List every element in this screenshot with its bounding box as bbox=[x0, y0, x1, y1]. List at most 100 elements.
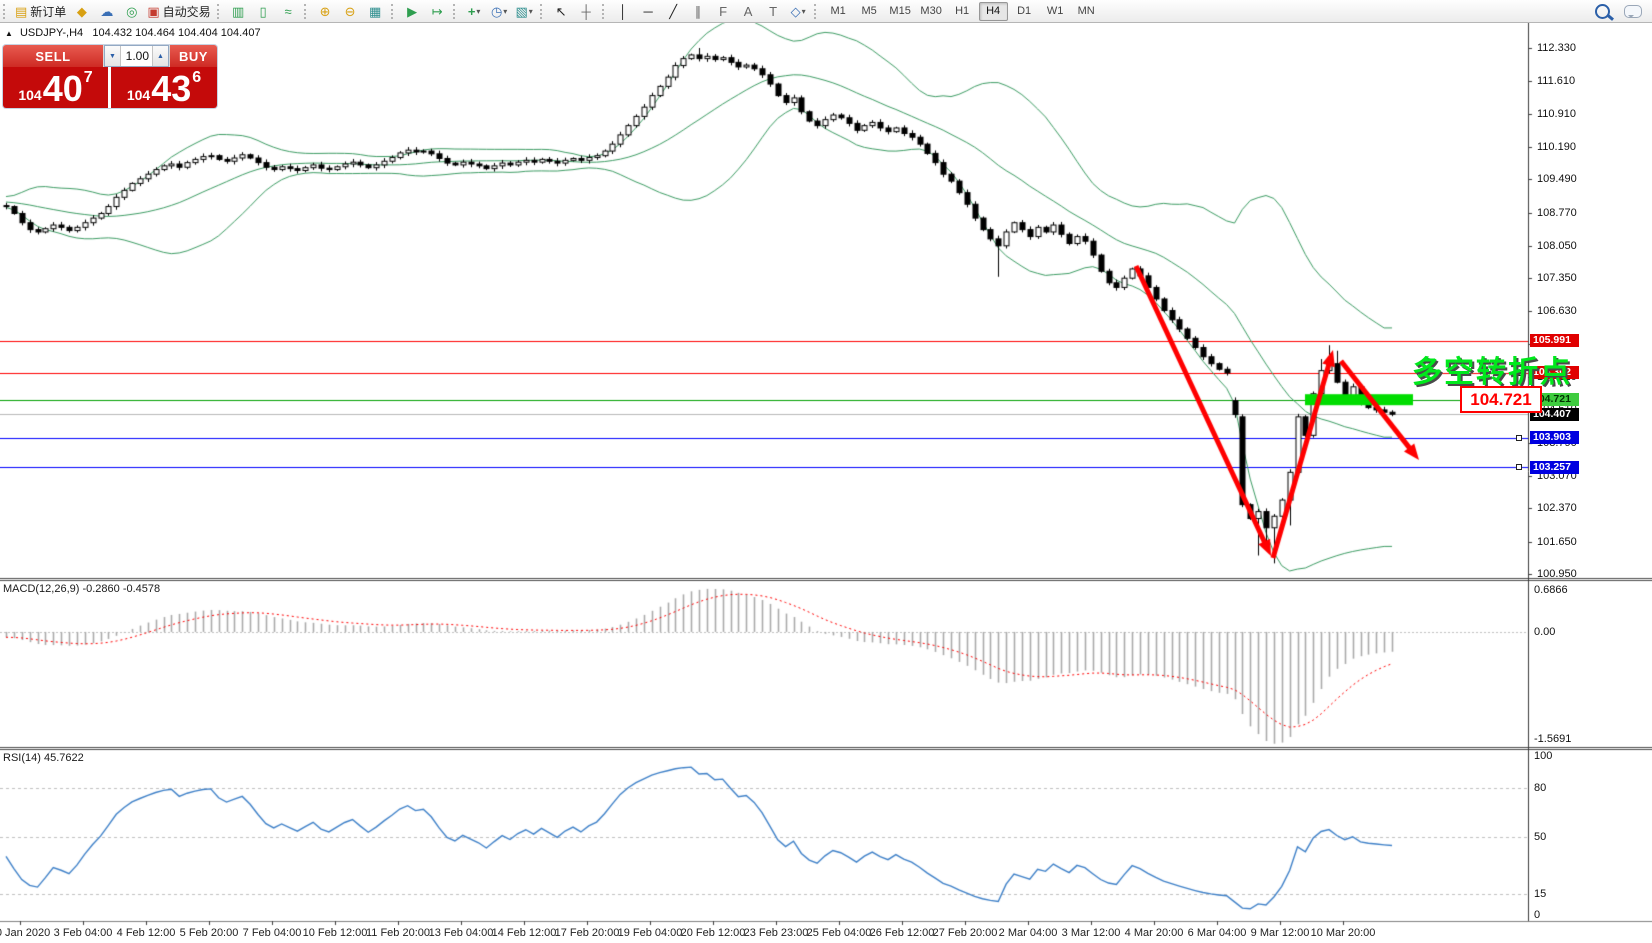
bar-chart-icon[interactable]: ▥ bbox=[226, 1, 251, 22]
toolbar-grip bbox=[540, 4, 545, 19]
time-axis-label: 14 Feb 12:00 bbox=[492, 927, 557, 939]
timeframe-button-M15[interactable]: M15 bbox=[886, 2, 915, 21]
time-axis-label: 9 Mar 12:00 bbox=[1251, 927, 1310, 939]
sell-button[interactable]: SELL bbox=[3, 45, 103, 67]
templates-icon: ▧ bbox=[515, 5, 527, 18]
price-axis-tick: 111.610 bbox=[1537, 75, 1575, 87]
timeframe-button-M30[interactable]: M30 bbox=[917, 2, 946, 21]
toolbar-grip bbox=[602, 4, 607, 19]
price-axis-tick: 109.490 bbox=[1537, 173, 1577, 185]
timeframe-group: M1M5M15M30H1H4D1W1MN bbox=[823, 2, 1102, 21]
text-icon[interactable]: A bbox=[736, 1, 761, 22]
price-axis-tick: 107.350 bbox=[1537, 272, 1577, 284]
zoom-in-icon[interactable]: ⊕ bbox=[313, 1, 338, 22]
time-axis-label: 23 Feb 23:00 bbox=[744, 927, 809, 939]
timeframe-button-M1[interactable]: M1 bbox=[824, 2, 853, 21]
turning-point-annotation[interactable]: 多空转折点 bbox=[1412, 347, 1572, 391]
shapes-icon: ◇ bbox=[791, 5, 801, 18]
signals-icon[interactable]: ◎ bbox=[119, 1, 144, 22]
rsi-axis-tick: 15 bbox=[1534, 888, 1546, 900]
timeframe-button-MN[interactable]: MN bbox=[1072, 2, 1101, 21]
time-axis-label: 4 Mar 20:00 bbox=[1125, 927, 1184, 939]
macd-label: MACD(12,26,9) -0.2860 -0.4578 bbox=[3, 583, 160, 595]
toolbar-grip bbox=[453, 4, 458, 19]
time-axis-label: 3 Feb 04:00 bbox=[54, 927, 113, 939]
timeframe-button-H4[interactable]: H4 bbox=[979, 2, 1008, 21]
timeframe-button-H1[interactable]: H1 bbox=[948, 2, 977, 21]
toolbar: ▤ 新订单 ◆ ☁ ◎ ▣ 自动交易 ▥ ▯ ≈ ⊕ ⊖ ▦ ▶ ↦ + ▾ ◷… bbox=[0, 0, 1652, 23]
toolbar-grip bbox=[304, 4, 309, 19]
indicators-icon: + bbox=[468, 5, 476, 18]
time-axis-label: 3 Mar 12:00 bbox=[1062, 927, 1121, 939]
sell-price-prefix: 104 bbox=[18, 87, 41, 103]
price-line-badge: 103.903 bbox=[1530, 431, 1579, 444]
price-axis-tick: 110.190 bbox=[1537, 141, 1576, 153]
volume-up-stepper[interactable]: ▲ bbox=[152, 46, 168, 66]
buy-price-prefix: 104 bbox=[127, 87, 150, 103]
new-order-icon: ▤ bbox=[15, 5, 27, 18]
fibonacci-icon[interactable]: F bbox=[711, 1, 736, 22]
price-axis-tick: 108.050 bbox=[1537, 240, 1577, 252]
crosshair-icon[interactable]: ┼ bbox=[574, 1, 599, 22]
line-handle[interactable] bbox=[1516, 464, 1522, 470]
symbol-info: ▲ USDJPY-,H4 104.432 104.464 104.404 104… bbox=[5, 27, 261, 39]
horizontal-line-icon[interactable]: ─ bbox=[636, 1, 661, 22]
toolbar-grip bbox=[814, 4, 819, 19]
channel-icon[interactable]: ∥ bbox=[686, 1, 711, 22]
line-handle[interactable] bbox=[1516, 435, 1522, 441]
vertical-line-icon[interactable]: │ bbox=[611, 1, 636, 22]
timeframe-button-D1[interactable]: D1 bbox=[1010, 2, 1039, 21]
price-annotation-label[interactable]: 104.721 bbox=[1460, 386, 1542, 413]
chart-shift-icon[interactable]: ↦ bbox=[425, 1, 450, 22]
line-chart-icon[interactable]: ≈ bbox=[276, 1, 301, 22]
autotrade-label: 自动交易 bbox=[163, 3, 211, 20]
trade-panel-header: SELL ▼ 1.00 ▲ BUY bbox=[3, 45, 217, 67]
profiles-icon[interactable]: ☁ bbox=[94, 1, 119, 22]
periods-button[interactable]: ◷ ▾ bbox=[487, 1, 512, 22]
symbol-ohlc: 104.432 104.464 104.404 104.407 bbox=[92, 27, 260, 39]
price-axis-tick: 101.650 bbox=[1537, 536, 1577, 548]
sell-price[interactable]: 104 40 7 bbox=[3, 67, 108, 108]
toolbar-grip bbox=[3, 4, 8, 19]
chat-icon[interactable] bbox=[1624, 5, 1642, 18]
sell-price-sup: 7 bbox=[84, 69, 93, 87]
text-label-icon[interactable]: T bbox=[761, 1, 786, 22]
cursor-icon[interactable]: ↖ bbox=[549, 1, 574, 22]
terminal-window: ▤ 新订单 ◆ ☁ ◎ ▣ 自动交易 ▥ ▯ ≈ ⊕ ⊖ ▦ ▶ ↦ + ▾ ◷… bbox=[0, 0, 1652, 943]
templates-button[interactable]: ▧ ▾ bbox=[512, 1, 537, 22]
time-axis-label: 20 Feb 12:00 bbox=[681, 927, 746, 939]
volume-input[interactable]: 1.00 bbox=[121, 46, 152, 66]
indicators-button[interactable]: + ▾ bbox=[462, 1, 487, 22]
autoscroll-icon[interactable]: ▶ bbox=[400, 1, 425, 22]
candlestick-chart-icon[interactable]: ▯ bbox=[251, 1, 276, 22]
symbol-marker-icon: ▲ bbox=[5, 29, 13, 38]
shapes-button[interactable]: ◇ ▾ bbox=[786, 1, 811, 22]
volume-down-stepper[interactable]: ▼ bbox=[105, 46, 121, 66]
rsi-axis-tick: 80 bbox=[1534, 782, 1546, 794]
timeframe-button-M5[interactable]: M5 bbox=[855, 2, 884, 21]
trendline-icon[interactable]: ╱ bbox=[661, 1, 686, 22]
time-axis-label: 7 Feb 04:00 bbox=[243, 927, 302, 939]
timeframe-button-W1[interactable]: W1 bbox=[1041, 2, 1070, 21]
symbol-title: USDJPY-,H4 bbox=[20, 27, 83, 39]
time-axis-label: 10 Feb 12:00 bbox=[303, 927, 368, 939]
macd-axis-tick: 0.6866 bbox=[1534, 584, 1568, 596]
search-icon[interactable] bbox=[1595, 4, 1610, 19]
one-click-trade-panel: SELL ▼ 1.00 ▲ BUY 104 40 7 104 43 6 bbox=[3, 45, 217, 108]
sell-price-big: 40 bbox=[43, 72, 83, 106]
clock-icon: ◷ bbox=[491, 5, 502, 18]
buy-button[interactable]: BUY bbox=[170, 45, 217, 67]
buy-price[interactable]: 104 43 6 bbox=[111, 67, 217, 108]
toolbar-grip bbox=[217, 4, 222, 19]
macd-axis-tick: -1.5691 bbox=[1534, 733, 1571, 745]
price-axis-tick: 110.910 bbox=[1537, 108, 1576, 120]
zoom-out-icon[interactable]: ⊖ bbox=[338, 1, 363, 22]
buy-price-sup: 6 bbox=[192, 69, 201, 87]
autotrade-button[interactable]: ▣ 自动交易 bbox=[144, 1, 213, 22]
funnel-icon[interactable]: ◆ bbox=[69, 1, 94, 22]
rsi-axis-tick: 50 bbox=[1534, 831, 1546, 843]
new-order-button[interactable]: ▤ 新订单 bbox=[12, 1, 69, 22]
time-axis-label: 26 Feb 12:00 bbox=[870, 927, 935, 939]
rsi-axis-tick: 100 bbox=[1534, 750, 1552, 762]
tile-windows-icon[interactable]: ▦ bbox=[363, 1, 388, 22]
